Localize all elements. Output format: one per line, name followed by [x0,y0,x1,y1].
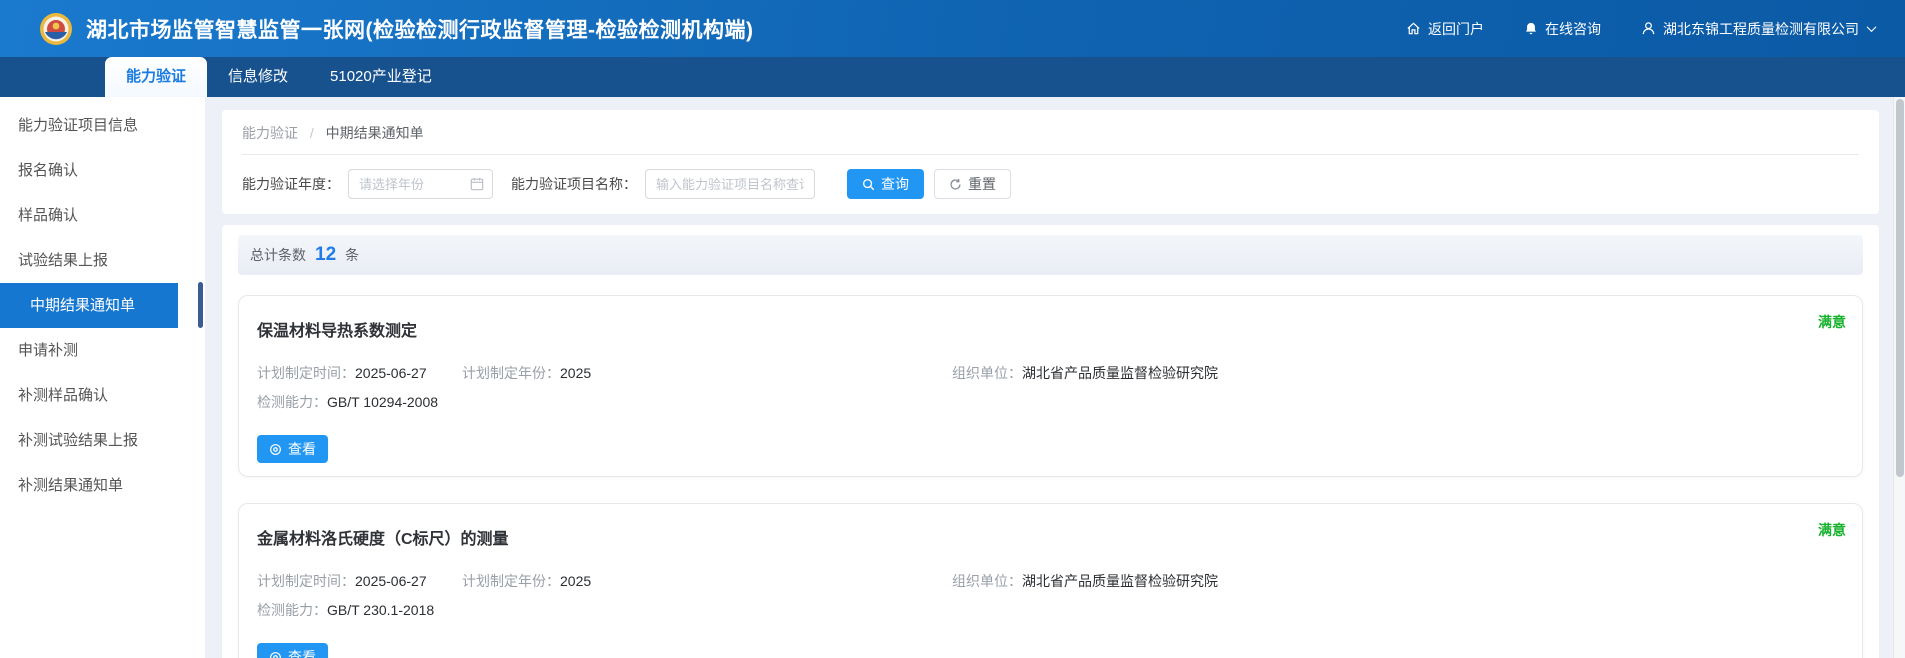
eye-icon [269,651,282,658]
eye-icon [269,443,282,456]
plan-time-label: 计划制定时间： [257,573,355,589]
plan-time-field: 计划制定时间：2025-06-27 [257,571,462,591]
org-value: 湖北省产品质量监督检验研究院 [1022,573,1218,589]
sidebar: 能力验证项目信息 报名确认 样品确认 试验结果上报 中期结果通知单 申请补测 补… [0,97,205,658]
top-header: 湖北市场监管智慧监管一张网(检验检测行政监督管理-检验检测机构端) 返回门户 在… [0,0,1905,57]
summary-bar: 总计条数 12 条 [238,235,1863,275]
card-fields-row: 计划制定时间：2025-06-27 计划制定年份：2025 组织单位：湖北省产品… [257,363,1844,383]
capability-field: 检测能力：GB/T 10294-2008 [257,392,1844,412]
plan-year-field: 计划制定年份：2025 [462,571,952,591]
result-card: 保温材料导热系数测定 满意 计划制定时间：2025-06-27 计划制定年份：2… [238,295,1863,477]
sidebar-item-midterm-notice[interactable]: 中期结果通知单 [0,283,178,328]
org-label: 组织单位： [952,365,1022,381]
sidebar-item-signup-confirm[interactable]: 报名确认 [0,148,205,193]
app-title: 湖北市场监管智慧监管一张网(检验检测行政监督管理-检验检测机构端) [86,14,753,44]
summary-unit: 条 [345,235,359,275]
account-menu[interactable]: 湖北东锦工程质量检测有限公司 [1641,19,1877,39]
status-badge: 满意 [1818,312,1846,332]
status-badge: 满意 [1818,520,1846,540]
project-title: 保温材料导热系数测定 [257,317,1844,341]
year-field-wrap [348,169,493,199]
capability-value: GB/T 10294-2008 [327,394,438,410]
results-panel: 总计条数 12 条 保温材料导热系数测定 满意 计划制定时间：2025-06-2… [222,225,1879,658]
org-field: 组织单位：湖北省产品质量监督检验研究院 [952,363,1844,383]
bell-icon [1524,21,1538,36]
vertical-scrollbar-thumb[interactable] [1896,99,1904,477]
plan-year-label: 计划制定年份： [462,573,560,589]
online-consult-link[interactable]: 在线咨询 [1524,19,1601,39]
breadcrumb: 能力验证 / 中期结果通知单 [242,123,1859,143]
query-button[interactable]: 查询 [847,169,924,199]
tab-capability-verification[interactable]: 能力验证 [105,57,207,97]
plan-time-value: 2025-06-27 [355,365,427,381]
filter-panel: 能力验证 / 中期结果通知单 能力验证年度： [222,110,1879,214]
calendar-icon [470,177,484,191]
return-portal-link[interactable]: 返回门户 [1406,19,1484,39]
summary-count: 12 [315,235,336,275]
reset-button[interactable]: 重置 [934,169,1011,199]
query-button-label: 查询 [881,174,909,194]
search-form: 能力验证年度： 能力验证项目名称： [242,169,1859,199]
module-tabbar: 能力验证 信息修改 51020产业登记 [0,57,1905,97]
view-button-label: 查看 [288,439,316,459]
plan-time-label: 计划制定时间： [257,365,355,381]
app-window: 湖北市场监管智慧监管一张网(检验检测行政监督管理-检验检测机构端) 返回门户 在… [0,0,1905,658]
project-name-field-label: 能力验证项目名称： [511,174,637,194]
org-field: 组织单位：湖北省产品质量监督检验研究院 [952,571,1844,591]
plan-year-value: 2025 [560,573,591,589]
card-fields-row: 计划制定时间：2025-06-27 计划制定年份：2025 组织单位：湖北省产品… [257,571,1844,591]
plan-time-field: 计划制定时间：2025-06-27 [257,363,462,383]
org-value: 湖北省产品质量监督检验研究院 [1022,365,1218,381]
emblem-logo-icon [38,11,74,47]
capability-label: 检测能力： [257,394,327,410]
breadcrumb-divider [242,154,1859,155]
return-portal-label: 返回门户 [1428,19,1484,39]
sidebar-item-retest-result-report[interactable]: 补测试验结果上报 [0,418,205,463]
sidebar-item-retest-sample-confirm[interactable]: 补测样品确认 [0,373,205,418]
view-button[interactable]: 查看 [257,643,328,658]
year-field-label: 能力验证年度： [242,174,340,194]
project-name-input[interactable] [645,169,815,199]
capability-field: 检测能力：GB/T 230.1-2018 [257,600,1844,620]
sidebar-item-apply-retest[interactable]: 申请补测 [0,328,205,373]
tab-51020-registration[interactable]: 51020产业登记 [309,57,453,97]
search-icon [862,178,875,191]
online-consult-label: 在线咨询 [1545,19,1601,39]
view-button-label: 查看 [288,647,316,658]
capability-value: GB/T 230.1-2018 [327,602,434,618]
plan-year-value: 2025 [560,365,591,381]
sidebar-item-test-result-report[interactable]: 试验结果上报 [0,238,205,283]
breadcrumb-current: 中期结果通知单 [326,125,424,141]
project-name-field-wrap [645,169,815,199]
summary-label: 总计条数 [250,235,306,275]
vertical-scrollbar[interactable] [1893,97,1905,658]
sidebar-scrollbar-thumb[interactable] [198,282,203,328]
content-area: 能力验证 / 中期结果通知单 能力验证年度： [205,97,1905,658]
main-area: 能力验证项目信息 报名确认 样品确认 试验结果上报 中期结果通知单 申请补测 补… [0,97,1905,658]
sidebar-item-project-info[interactable]: 能力验证项目信息 [0,103,205,148]
user-icon [1641,21,1656,36]
project-title: 金属材料洛氏硬度（C标尺）的测量 [257,525,1844,549]
header-nav: 返回门户 在线咨询 湖北东锦工程质量检测有限公司 [1406,19,1877,39]
result-card: 金属材料洛氏硬度（C标尺）的测量 满意 计划制定时间：2025-06-27 计划… [238,503,1863,658]
sidebar-item-retest-notice[interactable]: 补测结果通知单 [0,463,205,508]
view-button[interactable]: 查看 [257,435,328,463]
home-icon [1406,21,1421,36]
sidebar-item-sample-confirm[interactable]: 样品确认 [0,193,205,238]
breadcrumb-parent[interactable]: 能力验证 [242,125,298,141]
plan-year-field: 计划制定年份：2025 [462,363,952,383]
plan-year-label: 计划制定年份： [462,365,560,381]
chevron-down-icon [1866,25,1877,33]
reset-button-label: 重置 [968,174,996,194]
refresh-icon [949,178,962,191]
tab-info-modify[interactable]: 信息修改 [207,57,309,97]
org-label: 组织单位： [952,573,1022,589]
company-name: 湖北东锦工程质量检测有限公司 [1663,19,1859,39]
breadcrumb-separator: / [310,125,314,141]
plan-time-value: 2025-06-27 [355,573,427,589]
capability-label: 检测能力： [257,602,327,618]
